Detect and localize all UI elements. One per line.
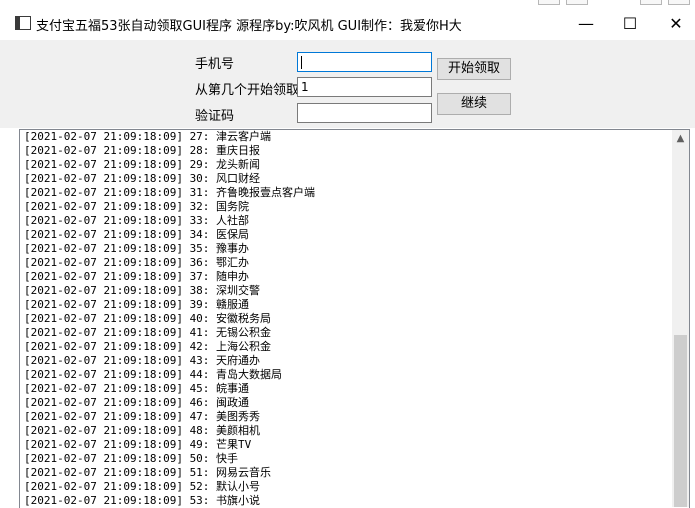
log-line: [2021-02-07 21:09:18:09] 48: 美颜相机: [24, 424, 261, 437]
scrollbar-thumb[interactable]: [674, 335, 687, 507]
log-line: [2021-02-07 21:09:18:09] 27: 津云客户端: [24, 130, 272, 143]
log-line: [2021-02-07 21:09:18:09] 52: 默认小号: [24, 480, 261, 493]
log-line: [2021-02-07 21:09:18:09] 50: 快手: [24, 452, 239, 465]
phone-label: 手机号: [195, 57, 235, 72]
log-line: [2021-02-07 21:09:18:09] 37: 随申办: [24, 270, 250, 283]
log-line: [2021-02-07 21:09:18:09] 31: 齐鲁晚报壹点客户端: [24, 186, 316, 199]
continue-button[interactable]: 继续: [437, 93, 511, 115]
log-line: [2021-02-07 21:09:18:09] 32: 国务院: [24, 200, 250, 213]
log-line: [2021-02-07 21:09:18:09] 53: 书旗小说: [24, 494, 261, 507]
log-line: [2021-02-07 21:09:18:09] 34: 医保局: [24, 228, 250, 241]
log-line: [2021-02-07 21:09:18:09] 36: 鄂汇办: [24, 256, 250, 269]
log-line: [2021-02-07 21:09:18:09] 38: 深圳交警: [24, 284, 261, 297]
taskbar-edge-3: [640, 0, 662, 5]
log-line: [2021-02-07 21:09:18:09] 46: 闽政通: [24, 396, 250, 409]
code-input[interactable]: [297, 103, 432, 123]
minimize-button[interactable]: —: [563, 10, 609, 38]
top-edge: [0, 0, 695, 8]
phone-input[interactable]: [297, 52, 432, 72]
log-line: [2021-02-07 21:09:18:09] 44: 青岛大数据局: [24, 368, 283, 381]
code-label: 验证码: [195, 109, 235, 124]
scroll-up-icon[interactable]: ▲: [672, 130, 689, 147]
log-line: [2021-02-07 21:09:18:09] 51: 网易云音乐: [24, 466, 272, 479]
close-button[interactable]: ✕: [653, 10, 695, 38]
text-caret: [301, 56, 302, 69]
taskbar-edge-2: [566, 0, 588, 5]
log-output[interactable]: [2021-02-07 21:09:18:09] 27: 津云客户端 [2021-…: [19, 129, 690, 508]
vertical-scrollbar[interactable]: ▲: [672, 130, 689, 507]
log-line: [2021-02-07 21:09:18:09] 35: 豫事办: [24, 242, 250, 255]
taskbar-edge-4: [668, 0, 690, 5]
log-line: [2021-02-07 21:09:18:09] 39: 赣服通: [24, 298, 250, 311]
log-line: [2021-02-07 21:09:18:09] 41: 无锡公积金: [24, 326, 272, 339]
start-index-value: 1: [301, 80, 309, 94]
log-line: [2021-02-07 21:09:18:09] 33: 人社部: [24, 214, 250, 227]
log-line: [2021-02-07 21:09:18:09] 47: 美图秀秀: [24, 410, 261, 423]
log-line: [2021-02-07 21:09:18:09] 28: 重庆日报: [24, 144, 261, 157]
log-list: [2021-02-07 21:09:18:09] 27: 津云客户端 [2021-…: [24, 130, 315, 508]
maximize-button[interactable]: ☐: [607, 10, 653, 38]
log-line: [2021-02-07 21:09:18:09] 42: 上海公积金: [24, 340, 272, 353]
taskbar-edge-1: [538, 0, 560, 5]
log-line: [2021-02-07 21:09:18:09] 40: 安徽税务局: [24, 312, 272, 325]
start-claim-button[interactable]: 开始领取: [437, 58, 511, 80]
log-line: [2021-02-07 21:09:18:09] 29: 龙头新闻: [24, 158, 261, 171]
log-line: [2021-02-07 21:09:18:09] 43: 天府通办: [24, 354, 261, 367]
log-line: [2021-02-07 21:09:18:09] 30: 风口财经: [24, 172, 261, 185]
window-title: 支付宝五福53张自动领取GUI程序 源程序by:吹风机 GUI制作：我爱你H大: [36, 19, 462, 34]
app-window-icon: [15, 16, 31, 30]
start-index-label: 从第几个开始领取: [195, 83, 300, 98]
start-index-input[interactable]: 1: [297, 77, 432, 97]
log-line: [2021-02-07 21:09:18:09] 49: 芒果TV: [24, 438, 252, 451]
log-line: [2021-02-07 21:09:18:09] 45: 皖事通: [24, 382, 250, 395]
